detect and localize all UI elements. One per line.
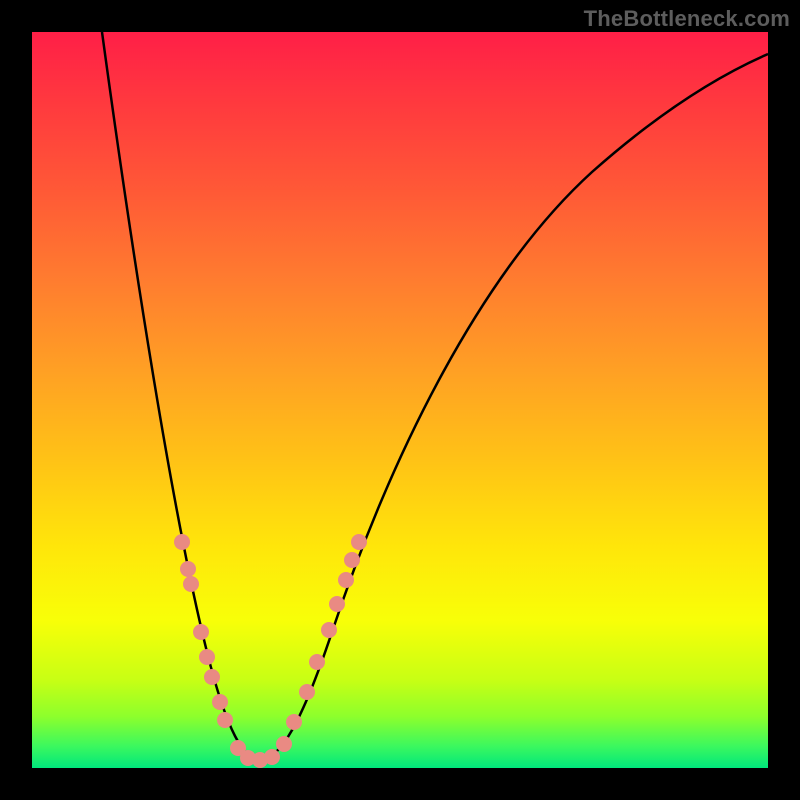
- marker-dot: [351, 534, 367, 550]
- marker-dot: [338, 572, 354, 588]
- marker-dot: [299, 684, 315, 700]
- bottleneck-curve: [102, 32, 768, 760]
- watermark-text: TheBottleneck.com: [584, 6, 790, 32]
- marker-dot: [199, 649, 215, 665]
- marker-dot: [180, 561, 196, 577]
- chart-frame: [32, 32, 768, 768]
- marker-group: [174, 534, 367, 768]
- marker-dot: [286, 714, 302, 730]
- marker-dot: [344, 552, 360, 568]
- marker-dot: [217, 712, 233, 728]
- marker-dot: [276, 736, 292, 752]
- chart-svg: [32, 32, 768, 768]
- marker-dot: [321, 622, 337, 638]
- marker-dot: [204, 669, 220, 685]
- marker-dot: [309, 654, 325, 670]
- marker-dot: [183, 576, 199, 592]
- marker-dot: [193, 624, 209, 640]
- marker-dot: [264, 749, 280, 765]
- marker-dot: [212, 694, 228, 710]
- marker-dot: [174, 534, 190, 550]
- marker-dot: [329, 596, 345, 612]
